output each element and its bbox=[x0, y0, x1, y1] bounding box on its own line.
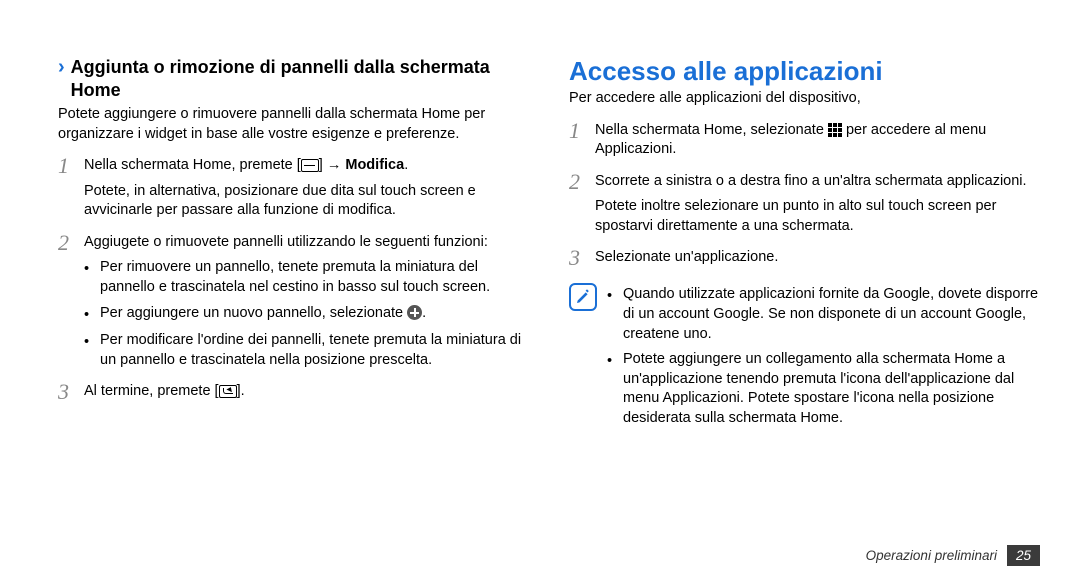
text: Quando utilizzate applicazioni fornite d… bbox=[623, 285, 1040, 344]
left-steps: 1 Nella schermata Home, premete [ ] → Mod… bbox=[58, 154, 529, 403]
text: Potete inoltre selezionare un punto in a… bbox=[595, 197, 1040, 236]
text: ] → bbox=[319, 157, 346, 173]
step-number: 2 bbox=[58, 231, 84, 254]
text: Per aggiungere un nuovo pannello, selezi… bbox=[100, 305, 407, 321]
right-title: Accesso alle applicazioni bbox=[569, 56, 1040, 87]
apps-grid-icon bbox=[828, 123, 842, 137]
note-block: • Quando utilizzate applicazioni fornite… bbox=[569, 279, 1040, 428]
back-button-icon bbox=[219, 385, 237, 398]
chevron-icon: › bbox=[58, 56, 65, 78]
text: Nella schermata Home, premete [ bbox=[84, 157, 301, 173]
bullet-dot: • bbox=[84, 304, 100, 326]
bullet-dot: • bbox=[607, 285, 623, 307]
bullet-dot: • bbox=[607, 350, 623, 372]
right-column: Accesso alle applicazioni Per accedere a… bbox=[569, 56, 1040, 428]
add-icon bbox=[407, 305, 422, 320]
page-columns: › Aggiunta o rimozione di pannelli dalla… bbox=[58, 56, 1040, 428]
step-number: 3 bbox=[58, 380, 84, 403]
bullet-dot: • bbox=[84, 331, 100, 353]
list-item: • Per modificare l'ordine dei pannelli, … bbox=[84, 331, 529, 370]
footer-label: Operazioni preliminari bbox=[866, 548, 997, 563]
left-column: › Aggiunta o rimozione di pannelli dalla… bbox=[58, 56, 529, 428]
text: Scorrete a sinistra o a destra fino a un… bbox=[595, 172, 1040, 192]
bullet-dot: • bbox=[84, 258, 100, 280]
list-item: • Quando utilizzate applicazioni fornite… bbox=[607, 285, 1040, 344]
left-heading-text: Aggiunta o rimozione di pannelli dalla s… bbox=[71, 56, 529, 101]
text: Al termine, premete [ bbox=[84, 383, 219, 399]
list-item: • Potete aggiungere un collegamento alla… bbox=[607, 350, 1040, 428]
text: Potete, in alternativa, posizionare due … bbox=[84, 182, 529, 221]
text: . bbox=[404, 157, 408, 173]
step-body: Selezionate un'applicazione. bbox=[595, 246, 1040, 268]
text: Selezionate un'applicazione. bbox=[595, 248, 1040, 268]
step-number: 1 bbox=[569, 119, 595, 142]
page-footer: Operazioni preliminari 25 bbox=[866, 545, 1040, 566]
list-item: • Per rimuovere un pannello, tenete prem… bbox=[84, 258, 529, 297]
right-step-1: 1 Nella schermata Home, selezionate per … bbox=[569, 119, 1040, 160]
text: Nella schermata Home, selezionate bbox=[595, 122, 828, 138]
text-bold: Modifica bbox=[345, 157, 404, 173]
step-number: 1 bbox=[58, 154, 84, 177]
step-body: Nella schermata Home, selezionate per ac… bbox=[595, 119, 1040, 160]
note-icon bbox=[569, 283, 597, 311]
footer-page-number: 25 bbox=[1007, 545, 1040, 566]
right-step-3: 3 Selezionate un'applicazione. bbox=[569, 246, 1040, 269]
list-item: • Per aggiungere un nuovo pannello, sele… bbox=[84, 304, 529, 326]
note-body: • Quando utilizzate applicazioni fornite… bbox=[607, 279, 1040, 428]
left-heading: › Aggiunta o rimozione di pannelli dalla… bbox=[58, 56, 529, 101]
step-body: Aggiugete o rimuovete pannelli utilizzan… bbox=[84, 231, 529, 370]
step-number: 2 bbox=[569, 170, 595, 193]
step-number: 3 bbox=[569, 246, 595, 269]
left-step-3: 3 Al termine, premete []. bbox=[58, 380, 529, 403]
text: Per rimuovere un pannello, tenete premut… bbox=[100, 258, 529, 297]
right-intro: Per accedere alle applicazioni del dispo… bbox=[569, 89, 1040, 109]
menu-button-icon bbox=[301, 159, 319, 172]
step-body: Scorrete a sinistra o a destra fino a un… bbox=[595, 170, 1040, 237]
left-intro: Potete aggiungere o rimuovere pannelli d… bbox=[58, 105, 529, 144]
text: . bbox=[422, 305, 426, 321]
text: Per modificare l'ordine dei pannelli, te… bbox=[100, 331, 529, 370]
step-body: Al termine, premete []. bbox=[84, 380, 529, 402]
left-step-2: 2 Aggiugete o rimuovete pannelli utilizz… bbox=[58, 231, 529, 370]
step-body: Nella schermata Home, premete [ ] → Modif… bbox=[84, 154, 529, 221]
right-steps: 1 Nella schermata Home, selezionate per … bbox=[569, 119, 1040, 270]
left-step-1: 1 Nella schermata Home, premete [ ] → Mod… bbox=[58, 154, 529, 221]
text: Aggiugete o rimuovete pannelli utilizzan… bbox=[84, 233, 529, 253]
text: ]. bbox=[237, 383, 245, 399]
left-bullets: • Per rimuovere un pannello, tenete prem… bbox=[84, 258, 529, 370]
text: Potete aggiungere un collegamento alla s… bbox=[623, 350, 1040, 428]
right-step-2: 2 Scorrete a sinistra o a destra fino a … bbox=[569, 170, 1040, 237]
